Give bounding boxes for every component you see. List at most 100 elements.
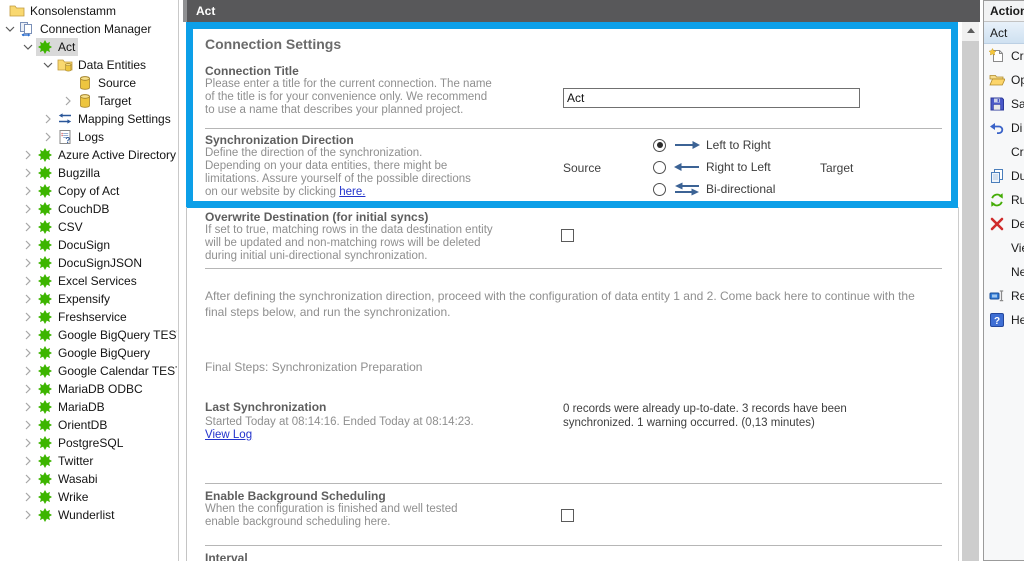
tree-item[interactable]: Wunderlist — [0, 506, 177, 524]
scheduling-checkbox[interactable] — [561, 509, 574, 522]
tree-chevron-icon[interactable] — [20, 201, 36, 217]
tree-chevron-icon[interactable] — [20, 309, 36, 325]
action-item[interactable]: Di — [984, 116, 1024, 140]
action-item[interactable]: Du — [984, 164, 1024, 188]
tree-chevron-icon[interactable] — [20, 183, 36, 199]
tree-chevron-icon[interactable] — [20, 363, 36, 379]
action-item[interactable]: De — [984, 212, 1024, 236]
panel-right-border — [958, 207, 959, 561]
radio-button[interactable] — [653, 161, 666, 174]
tree-chevron-icon[interactable] — [2, 21, 18, 37]
action-item[interactable]: Cr — [984, 140, 1024, 164]
tree-chevron-icon[interactable] — [20, 399, 36, 415]
tree-item[interactable]: Connection Manager — [0, 20, 177, 38]
action-item[interactable]: Op — [984, 68, 1024, 92]
tree-chevron-icon[interactable] — [60, 93, 76, 109]
tree-item[interactable]: Expensify — [0, 290, 177, 308]
tree-chevron-icon[interactable] — [20, 165, 36, 181]
action-icon — [988, 240, 1005, 256]
tree-chevron-icon[interactable] — [20, 291, 36, 307]
tree-item-label: Google Calendar TEST — [57, 364, 177, 378]
tree-chevron-icon[interactable] — [20, 453, 36, 469]
tree-chevron-icon[interactable] — [20, 507, 36, 523]
overwrite-checkbox[interactable] — [561, 229, 574, 242]
tree-chevron-icon[interactable] — [20, 471, 36, 487]
connection-title-input[interactable] — [563, 88, 860, 108]
tree-item-icon — [36, 165, 53, 181]
action-item[interactable]: Sa — [984, 92, 1024, 116]
action-item[interactable]: Re — [984, 284, 1024, 308]
tree-item-label: Target — [97, 94, 131, 108]
tree-chevron-icon[interactable] — [40, 111, 56, 127]
tree-chevron-icon[interactable] — [20, 489, 36, 505]
overwrite-heading: Overwrite Destination (for initial syncs… — [205, 210, 493, 224]
tree-item[interactable]: Bugzilla — [0, 164, 177, 182]
tree-item-label: Connection Manager — [39, 22, 151, 36]
tree-item[interactable]: Wasabi — [0, 470, 177, 488]
tree-item[interactable]: Konsolenstamm — [0, 2, 177, 20]
app-window: Konsolenstamm — [0, 0, 1024, 561]
tree-item[interactable]: Wrike — [0, 488, 177, 506]
tree-chevron-icon[interactable] — [40, 129, 56, 145]
action-icon — [988, 72, 1005, 88]
action-item[interactable]: ? He — [984, 308, 1024, 332]
action-item[interactable]: Ru — [984, 188, 1024, 212]
tree-item[interactable]: Azure Active Directory — [0, 146, 177, 164]
tree-item[interactable]: Google Calendar TEST — [0, 362, 177, 380]
radio-button[interactable] — [653, 139, 666, 152]
tree-item[interactable]: Source — [0, 74, 177, 92]
tree-chevron-icon[interactable] — [20, 273, 36, 289]
tree-item[interactable]: Data Entities — [0, 56, 177, 74]
radio-button[interactable] — [653, 183, 666, 196]
tree-chevron-icon[interactable] — [20, 327, 36, 343]
tree-chevron-icon[interactable] — [20, 237, 36, 253]
scrollbar-thumb[interactable] — [962, 41, 979, 561]
tree-item[interactable]: Target — [0, 92, 177, 110]
action-item[interactable]: Vie — [984, 236, 1024, 260]
tree-item[interactable]: CouchDB — [0, 200, 177, 218]
vertical-scrollbar[interactable] — [962, 22, 979, 561]
action-item[interactable]: Ne — [984, 260, 1024, 284]
scroll-up-button[interactable] — [962, 22, 979, 39]
tree-chevron-icon[interactable] — [20, 219, 36, 235]
tree-item[interactable]: Google BigQuery — [0, 344, 177, 362]
tree-item[interactable]: ? Logs — [0, 128, 177, 146]
tree-item[interactable]: MariaDB — [0, 398, 177, 416]
tree-chevron-icon[interactable] — [20, 381, 36, 397]
tree-item-label: Bugzilla — [57, 166, 100, 180]
action-icon — [988, 288, 1005, 304]
tree-item[interactable]: Twitter — [0, 452, 177, 470]
tree-item[interactable]: DocuSign — [0, 236, 177, 254]
tree-item[interactable]: PostgreSQL — [0, 434, 177, 452]
action-item[interactable]: Cr — [984, 44, 1024, 68]
tree-chevron-icon[interactable] — [60, 75, 76, 91]
tree-splitter[interactable] — [178, 0, 179, 561]
tree-chevron-icon[interactable] — [20, 147, 36, 163]
tree-item-label: Excel Services — [57, 274, 137, 288]
tree-item[interactable]: Excel Services — [0, 272, 177, 290]
tree-item[interactable]: OrientDB — [0, 416, 177, 434]
sync-direction-option[interactable]: Right to Left — [653, 156, 775, 178]
tree-item[interactable]: MariaDB ODBC — [0, 380, 177, 398]
tree-chevron-icon[interactable] — [20, 345, 36, 361]
tree-item[interactable]: CSV — [0, 218, 177, 236]
action-label: Cr — [1011, 49, 1024, 63]
tree-chevron-icon[interactable] — [20, 435, 36, 451]
tree-chevron-icon[interactable] — [20, 417, 36, 433]
tree-chevron-icon[interactable] — [20, 39, 36, 55]
last-sync-heading: Last Synchronization — [205, 400, 474, 414]
tree-item[interactable]: Google BigQuery TEST — [0, 326, 177, 344]
tree-item[interactable]: Freshservice — [0, 308, 177, 326]
tree-item-label: CouchDB — [57, 202, 109, 216]
view-log-link[interactable]: View Log — [205, 429, 252, 441]
tree-item-label: DocuSign — [57, 238, 110, 252]
sync-direction-option[interactable]: Left to Right — [653, 134, 775, 156]
tree-item[interactable]: DocuSignJSON — [0, 254, 177, 272]
website-here-link[interactable]: here. — [339, 186, 365, 198]
tree-item[interactable]: Copy of Act — [0, 182, 177, 200]
tree-chevron-icon[interactable] — [40, 57, 56, 73]
tree-item[interactable]: Mapping Settings — [0, 110, 177, 128]
sync-direction-option[interactable]: Bi-directional — [653, 178, 775, 200]
tree-chevron-icon[interactable] — [20, 255, 36, 271]
tree-item[interactable]: Act — [0, 38, 177, 56]
